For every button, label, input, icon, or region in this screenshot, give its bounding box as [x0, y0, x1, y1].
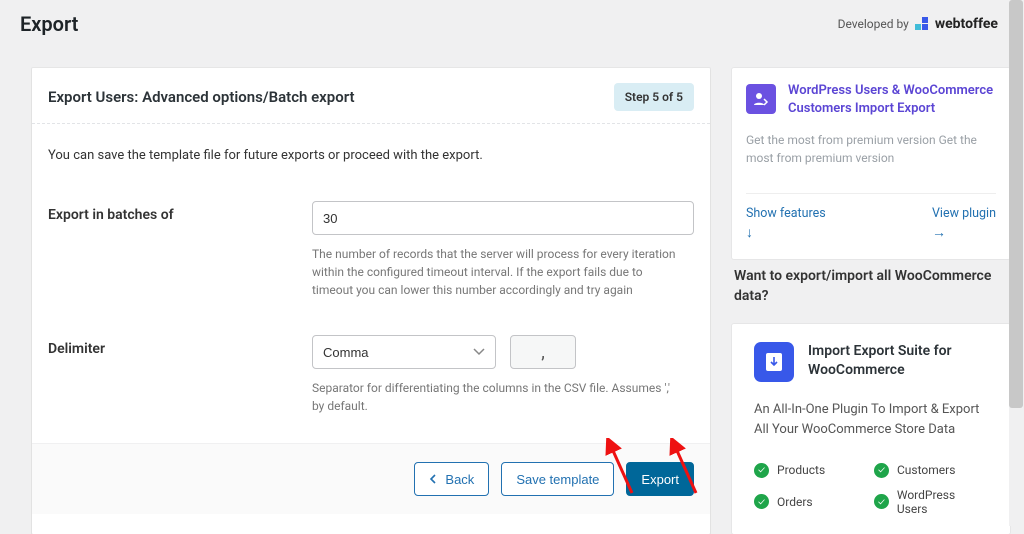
sidebar: WordPress Users & WooCommerce Customers …	[732, 68, 1010, 534]
step-badge: Step 5 of 5	[614, 83, 694, 111]
scrollbar-thumb[interactable]	[1009, 0, 1023, 408]
arrow-right-icon: →	[932, 224, 996, 241]
webtoffee-logo-icon	[915, 16, 929, 32]
intro-text: You can save the template file for futur…	[48, 148, 694, 163]
feature-label: Customers	[897, 463, 955, 477]
promo2-desc: An All-In-One Plugin To Import & Export …	[754, 400, 988, 440]
feature-item: ✓ WordPress Users	[874, 488, 988, 516]
delimiter-symbol: ,	[510, 335, 576, 369]
delimiter-help: Separator for differentiating the column…	[312, 379, 682, 415]
save-template-button[interactable]: Save template	[501, 462, 614, 496]
arrow-down-icon: ↓	[746, 224, 826, 241]
promo-card-1: WordPress Users & WooCommerce Customers …	[732, 68, 1010, 259]
annotation-arrow-icon	[666, 438, 706, 498]
batch-label: Export in batches of	[48, 201, 312, 299]
annotation-arrow-icon	[602, 438, 642, 498]
check-icon: ✓	[874, 494, 889, 509]
chevron-left-icon	[429, 474, 439, 484]
delimiter-label: Delimiter	[48, 335, 312, 415]
feature-item: ✓ Customers	[874, 463, 988, 478]
view-plugin-link[interactable]: View plugin →	[932, 206, 996, 241]
users-export-icon	[746, 84, 776, 114]
back-button[interactable]: Back	[414, 462, 489, 496]
import-export-suite-icon	[754, 342, 794, 382]
feature-label: Orders	[777, 495, 813, 509]
page-title: Export	[20, 12, 78, 36]
batch-row: Export in batches of The number of recor…	[48, 201, 694, 299]
feature-item: ✓ Products	[754, 463, 868, 478]
show-features-label: Show features	[746, 206, 826, 221]
show-features-link[interactable]: Show features ↓	[746, 206, 826, 241]
batch-help: The number of records that the server wi…	[312, 245, 682, 299]
developed-by-prefix: Developed by	[838, 17, 909, 31]
back-button-label: Back	[445, 472, 474, 487]
feature-label: WordPress Users	[897, 488, 988, 516]
check-icon: ✓	[754, 494, 769, 509]
check-icon: ✓	[754, 463, 769, 478]
sidebar-mid-heading: Want to export/import all WooCommerce da…	[734, 267, 1010, 306]
promo1-title: WordPress Users & WooCommerce Customers …	[788, 82, 996, 117]
developed-by: Developed by webtoffee	[838, 16, 998, 32]
webtoffee-logo-text: webtoffee	[935, 16, 998, 32]
check-icon: ✓	[874, 463, 889, 478]
feature-item: ✓ Orders	[754, 488, 868, 516]
delimiter-select[interactable]: Comma	[312, 335, 496, 369]
promo1-desc: Get the most from premium version Get th…	[746, 131, 996, 167]
batch-input[interactable]	[312, 201, 694, 235]
card-title: Export Users: Advanced options/Batch exp…	[48, 88, 355, 106]
feature-label: Products	[777, 463, 825, 477]
delimiter-row: Delimiter Comma , Separator for differen…	[48, 335, 694, 415]
promo2-title: Import Export Suite for WooCommerce	[808, 342, 988, 380]
save-template-label: Save template	[516, 472, 599, 487]
view-plugin-label: View plugin	[932, 206, 996, 221]
promo-card-2: Import Export Suite for WooCommerce An A…	[732, 324, 1010, 533]
